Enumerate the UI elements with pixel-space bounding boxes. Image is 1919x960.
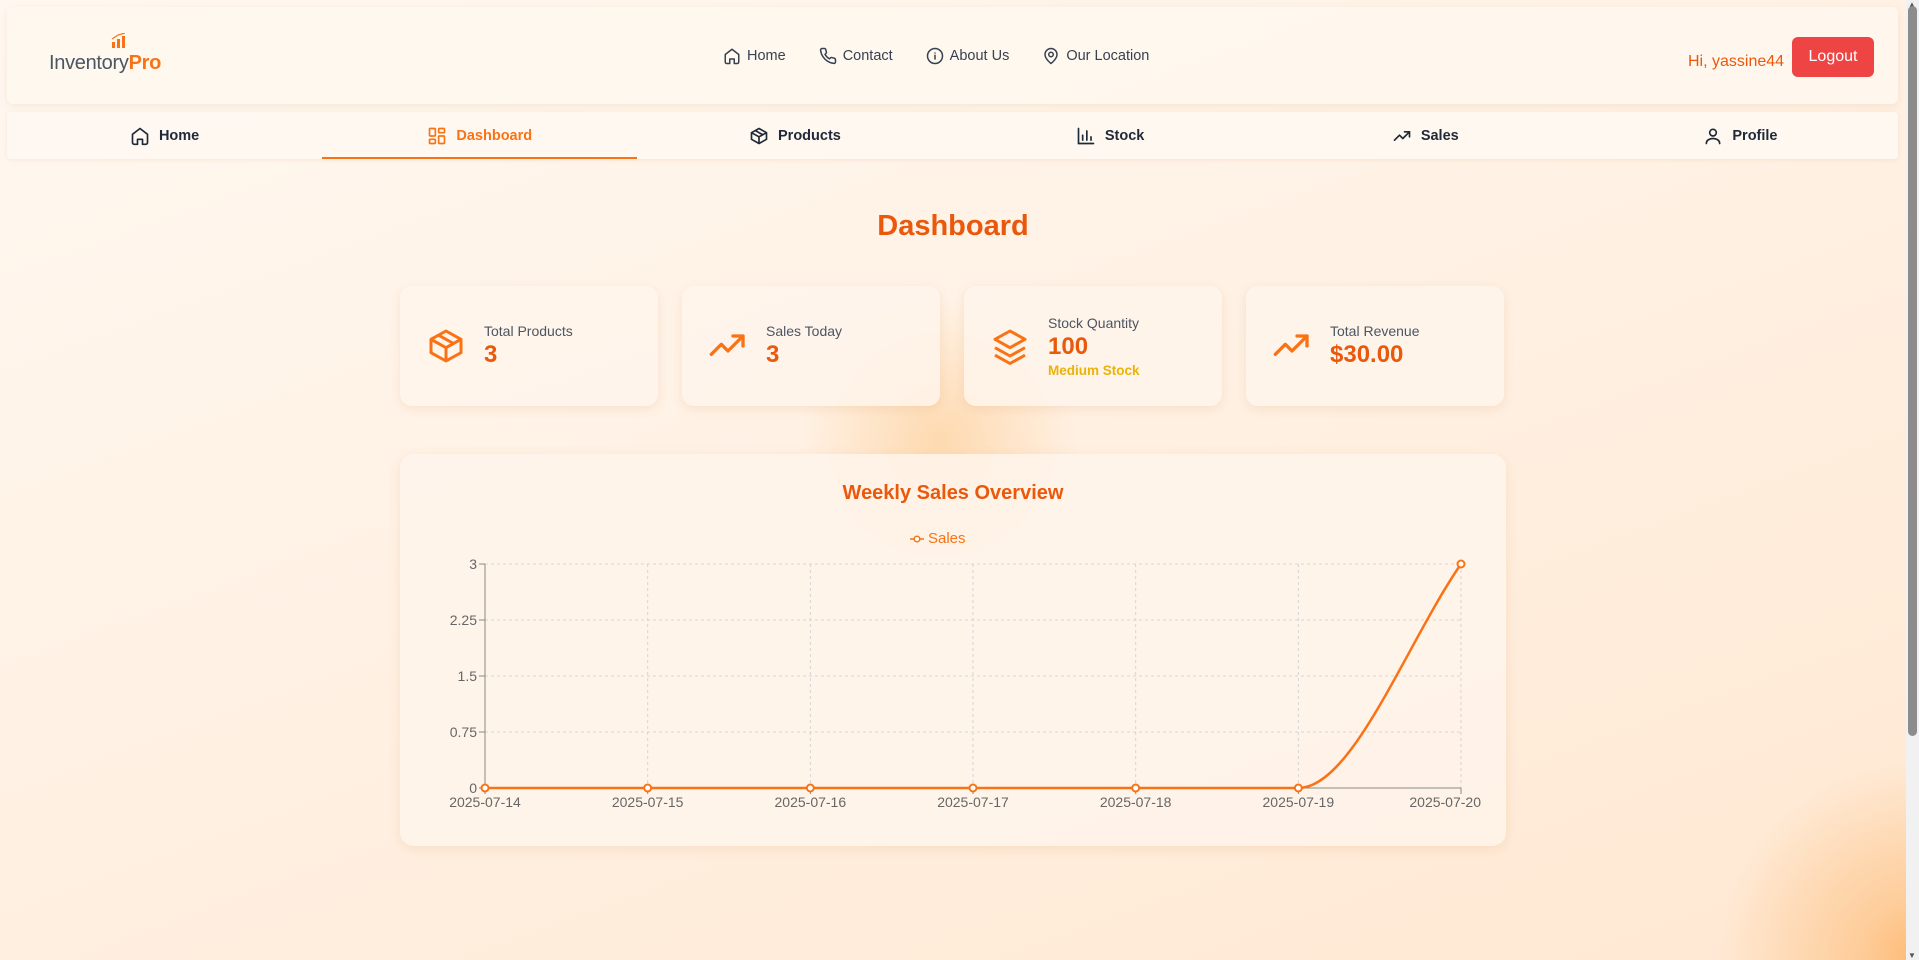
tab-home-label: Home bbox=[158, 127, 200, 144]
y-tick-label: 3 bbox=[469, 556, 477, 572]
weekly-sales-chart-card: Weekly Sales Overview Sales 0 0.75 1.5 2.25… bbox=[400, 454, 1506, 846]
data-point bbox=[1456, 559, 1466, 569]
toplink-location-label: Our Location bbox=[1066, 48, 1150, 64]
trending-up-icon bbox=[709, 334, 745, 356]
sales-line-chart: 00.751.52.2532025-07-14 2025-07-15 2025-07… bbox=[449, 556, 1481, 810]
toplink-about-label: About Us bbox=[949, 48, 1010, 64]
home-icon bbox=[131, 127, 149, 145]
stat-value: $30.00 bbox=[1330, 341, 1404, 368]
stat-card-stock-quantity: Stock Quantity 100 Medium Stock bbox=[964, 286, 1222, 406]
trending-up-icon bbox=[1393, 130, 1411, 141]
data-point bbox=[805, 783, 815, 793]
stat-value: 3 bbox=[766, 341, 780, 368]
phone-icon bbox=[819, 47, 836, 65]
stat-label: Total Products bbox=[484, 323, 573, 339]
tab-stock-label: Stock bbox=[1104, 127, 1145, 144]
tab-products-label: Products bbox=[778, 127, 841, 144]
tab-profile[interactable]: Profile bbox=[1583, 112, 1898, 159]
home-icon bbox=[724, 48, 740, 65]
x-tick-label: 2025-07-18 bbox=[1100, 794, 1172, 810]
box-icon bbox=[429, 329, 463, 363]
stat-card-sales-today: Sales Today 3 bbox=[682, 286, 940, 406]
stat-label: Sales Today bbox=[766, 323, 843, 339]
y-tick-label: 1.5 bbox=[458, 668, 478, 684]
logo-text-pro: Pro bbox=[128, 51, 162, 74]
stat-value: 100 bbox=[1048, 332, 1089, 360]
x-tick-label: 2025-07-14 bbox=[449, 794, 521, 810]
stat-value: 3 bbox=[484, 341, 498, 368]
tab-sales-label: Sales bbox=[1420, 127, 1459, 144]
x-tick-label: 2025-07-16 bbox=[775, 794, 847, 810]
stat-label: Total Revenue bbox=[1330, 323, 1420, 339]
data-point bbox=[480, 783, 490, 793]
toplink-home-label: Home bbox=[747, 48, 786, 64]
page-scrollbar[interactable]: ▲ ▼ bbox=[1906, 0, 1919, 960]
data-point bbox=[643, 783, 653, 793]
data-point bbox=[1131, 783, 1141, 793]
tab-products[interactable]: Products bbox=[637, 112, 952, 159]
logo-text-inventory: Inventory bbox=[49, 51, 129, 74]
stock-status-badge: Medium Stock bbox=[1048, 362, 1140, 378]
scroll-thumb[interactable] bbox=[1908, 6, 1917, 736]
layers-icon bbox=[993, 329, 1027, 365]
top-navbar: InventoryPro Home Contact About Us Our L… bbox=[7, 7, 1898, 104]
x-tick-label: 2025-07-20 bbox=[1409, 794, 1481, 810]
y-tick-label: 2.25 bbox=[450, 612, 477, 628]
top-links: Home Contact About Us Our Location bbox=[723, 47, 1182, 65]
trending-up-icon bbox=[1273, 334, 1309, 356]
stat-label: Stock Quantity bbox=[1048, 314, 1140, 331]
main-tabs: Home Dashboard Products Stock Sales Prof… bbox=[7, 112, 1898, 159]
tab-profile-label: Profile bbox=[1732, 127, 1778, 144]
map-pin-icon bbox=[1044, 47, 1059, 65]
user-icon bbox=[1705, 127, 1721, 144]
logo-chart-icon bbox=[111, 33, 126, 48]
box-icon bbox=[750, 127, 768, 144]
stats-cards: Total Products 3 Sales Today 3 Stock Qua… bbox=[400, 286, 1504, 406]
toplink-about[interactable]: About Us bbox=[926, 47, 1010, 65]
data-point bbox=[968, 783, 978, 793]
x-tick-label: 2025-07-15 bbox=[612, 794, 684, 810]
bar-chart-icon bbox=[1077, 127, 1095, 144]
scroll-down-arrow-icon[interactable]: ▼ bbox=[1908, 951, 1916, 960]
user-greeting: Hi, yassine44 bbox=[1688, 53, 1785, 70]
tab-home[interactable]: Home bbox=[7, 112, 322, 159]
stat-card-total-products: Total Products 3 bbox=[400, 286, 658, 406]
y-tick-label: 0.75 bbox=[450, 724, 477, 740]
x-tick-label: 2025-07-17 bbox=[937, 794, 1009, 810]
toplink-location[interactable]: Our Location bbox=[1042, 47, 1149, 65]
tab-stock[interactable]: Stock bbox=[953, 112, 1268, 159]
toplink-home[interactable]: Home bbox=[723, 47, 786, 65]
page-title: Dashboard bbox=[877, 210, 1029, 242]
stat-card-total-revenue: Total Revenue $30.00 bbox=[1246, 286, 1504, 406]
toplink-contact[interactable]: Contact bbox=[819, 47, 893, 65]
tab-dashboard[interactable]: Dashboard bbox=[322, 112, 638, 159]
logout-button[interactable]: Logout bbox=[1792, 37, 1874, 77]
toplink-contact-label: Contact bbox=[842, 48, 893, 64]
x-tick-label: 2025-07-19 bbox=[1263, 794, 1335, 810]
info-icon bbox=[926, 47, 943, 65]
tab-dashboard-label: Dashboard bbox=[456, 127, 533, 144]
data-point bbox=[1293, 783, 1303, 793]
logo[interactable]: InventoryPro bbox=[49, 33, 162, 89]
tab-sales[interactable]: Sales bbox=[1268, 112, 1583, 159]
dashboard-icon bbox=[429, 127, 446, 144]
